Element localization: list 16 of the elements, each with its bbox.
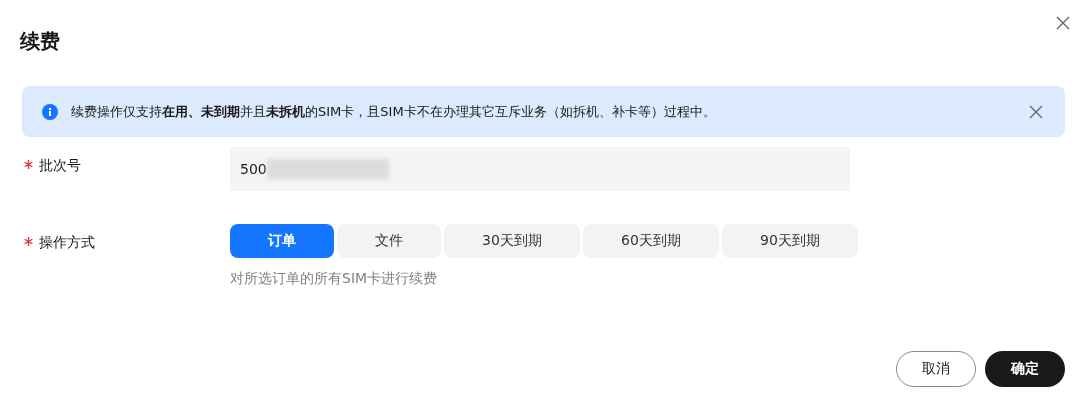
- mode-option[interactable]: 订单: [230, 224, 334, 258]
- close-icon[interactable]: [1056, 16, 1070, 30]
- close-icon[interactable]: [1029, 104, 1043, 119]
- cancel-button[interactable]: 取消: [896, 351, 976, 387]
- dialog-title: 续费: [20, 28, 60, 55]
- mode-option[interactable]: 30天到期: [444, 224, 580, 258]
- field-label: 操作方式: [39, 233, 95, 252]
- field-label: 批次号: [39, 156, 81, 175]
- mode-option[interactable]: 90天到期: [722, 224, 858, 258]
- info-icon: [42, 103, 58, 120]
- hint-text: 对所选订单的所有SIM卡进行续费: [230, 270, 439, 288]
- batch-number-field[interactable]: 500: [230, 147, 850, 191]
- mode-option[interactable]: 60天到期: [583, 224, 719, 258]
- mode-option[interactable]: 文件: [337, 224, 441, 258]
- alert-message: 续费操作仅支持在用、未到期并且未拆机的SIM卡，且SIM卡不在办理其它互斥业务（如拆机、补卡等）过程中。: [71, 102, 717, 121]
- confirm-button[interactable]: 确定: [985, 351, 1065, 387]
